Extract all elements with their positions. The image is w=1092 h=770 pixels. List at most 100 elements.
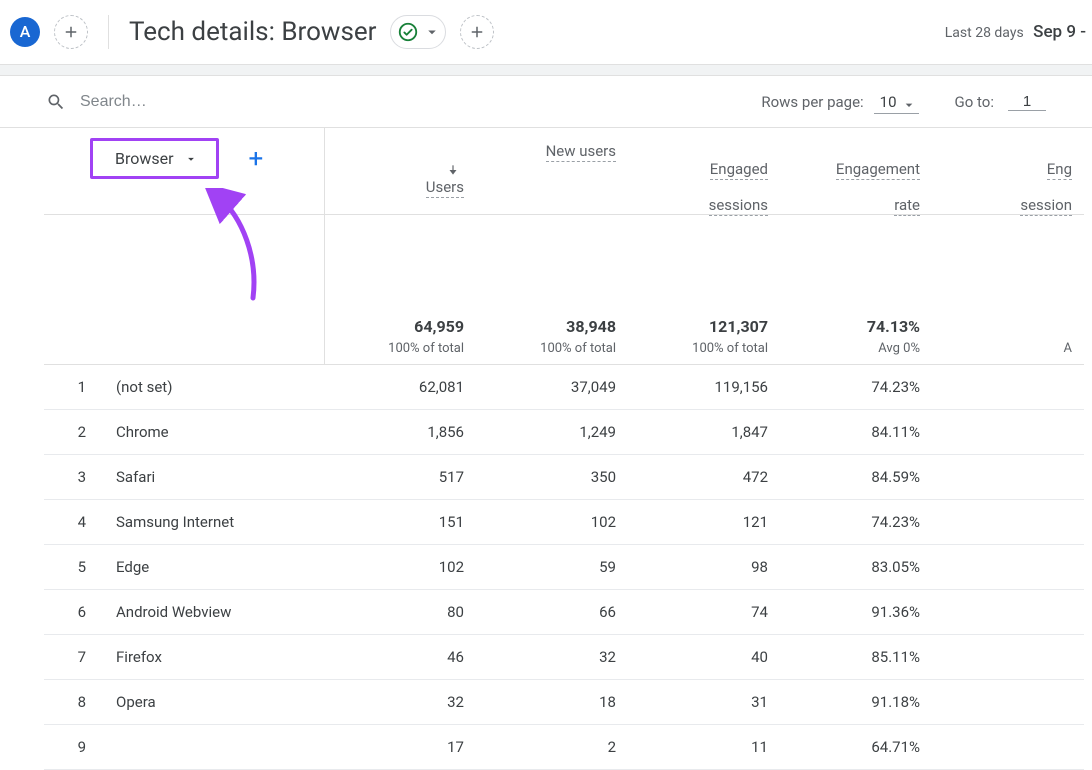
cell-engaged-sessions: 74: [628, 590, 780, 635]
cell-new-users: 18: [476, 680, 628, 725]
table-row[interactable]: 2Chrome1,8561,2491,84784.11%: [44, 410, 1084, 455]
col-header-engagement-rate[interactable]: Engagement rate: [780, 128, 932, 215]
table-row[interactable]: 3Safari51735047284.59%: [44, 455, 1084, 500]
cell-engaged-sessions: 472: [628, 455, 780, 500]
cell-new-users: 102: [476, 500, 628, 545]
cell-new-users: 1,249: [476, 410, 628, 455]
cell-users: 1,856: [324, 410, 476, 455]
cell-clipped: [932, 725, 1084, 770]
cell-new-users: 66: [476, 590, 628, 635]
col-header-new-users[interactable]: New users: [476, 128, 628, 215]
table-row[interactable]: 1(not set)62,08137,049119,15674.23%: [44, 365, 1084, 410]
col-header-users[interactable]: Users: [324, 128, 476, 215]
cell-engagement-rate: 84.11%: [780, 410, 932, 455]
row-dimension: Samsung Internet: [104, 500, 324, 545]
table-row[interactable]: 4Samsung Internet15110212174.23%: [44, 500, 1084, 545]
cell-clipped: [932, 590, 1084, 635]
total-clipped: A: [932, 215, 1084, 365]
row-dimension: Chrome: [104, 410, 324, 455]
add-button-after-title[interactable]: [460, 15, 494, 49]
header-bar: A Tech details: Browser Last 28 days Sep…: [0, 0, 1092, 64]
cell-engaged-sessions: 121: [628, 500, 780, 545]
add-dimension-button[interactable]: +: [249, 146, 264, 172]
table-toolbar: Rows per page: 10 Go to:: [0, 76, 1092, 128]
plus-icon: [468, 23, 486, 41]
cell-clipped: [932, 365, 1084, 410]
row-index: 6: [44, 590, 104, 635]
date-range-value: Sep 9 -: [1033, 22, 1086, 42]
cell-clipped: [932, 545, 1084, 590]
table-row[interactable]: 91721164.71%: [44, 725, 1084, 770]
row-index: 4: [44, 500, 104, 545]
cell-engagement-rate: 85.11%: [780, 635, 932, 680]
row-index: 2: [44, 410, 104, 455]
plus-icon: [62, 23, 80, 41]
add-button-top-left[interactable]: [54, 15, 88, 49]
cell-engaged-sessions: 1,847: [628, 410, 780, 455]
cell-users: 151: [324, 500, 476, 545]
table-row[interactable]: 5Edge102599883.05%: [44, 545, 1084, 590]
row-dimension: Android Webview: [104, 590, 324, 635]
check-circle-icon: [397, 21, 419, 43]
col-header-engaged-sessions[interactable]: Engaged sessions: [628, 128, 780, 215]
goto-input[interactable]: [1008, 93, 1046, 111]
cell-engagement-rate: 83.05%: [780, 545, 932, 590]
table-row[interactable]: 7Firefox46324085.11%: [44, 635, 1084, 680]
row-dimension: [104, 725, 324, 770]
row-index: 5: [44, 545, 104, 590]
data-table-wrapper: Browser + Users: [44, 128, 1092, 770]
cell-clipped: [932, 410, 1084, 455]
cell-engagement-rate: 91.36%: [780, 590, 932, 635]
cell-users: 102: [324, 545, 476, 590]
row-index: 1: [44, 365, 104, 410]
cell-engaged-sessions: 40: [628, 635, 780, 680]
table-row[interactable]: 6Android Webview80667491.36%: [44, 590, 1084, 635]
cell-users: 17: [324, 725, 476, 770]
dimension-selector[interactable]: Browser: [90, 138, 219, 179]
date-range[interactable]: Last 28 days Sep 9 -: [945, 22, 1086, 42]
goto-label: Go to:: [955, 93, 994, 111]
cell-users: 80: [324, 590, 476, 635]
total-new-users: 38,948 100% of total: [476, 215, 628, 365]
chevron-down-icon: [184, 152, 198, 166]
page-title: Tech details: Browser: [129, 17, 376, 47]
cell-engagement-rate: 74.23%: [780, 365, 932, 410]
rows-per-page-select[interactable]: 10: [874, 93, 919, 111]
cell-new-users: 350: [476, 455, 628, 500]
status-chip[interactable]: [390, 15, 446, 49]
cell-engagement-rate: 91.18%: [780, 680, 932, 725]
row-index: 8: [44, 680, 104, 725]
total-engaged-sessions: 121,307 100% of total: [628, 215, 780, 365]
separator-strip: [0, 64, 1092, 76]
dimension-label: Browser: [115, 149, 174, 168]
rows-per-page: Rows per page: 10: [761, 93, 918, 111]
sort-desc-icon: [446, 163, 460, 177]
vertical-divider: [108, 15, 109, 49]
row-dimension: Firefox: [104, 635, 324, 680]
total-engagement-rate: 74.13% Avg 0%: [780, 215, 932, 365]
cell-engaged-sessions: 119,156: [628, 365, 780, 410]
total-users: 64,959 100% of total: [324, 215, 476, 365]
avatar[interactable]: A: [10, 17, 40, 47]
row-dimension: Safari: [104, 455, 324, 500]
cell-new-users: 2: [476, 725, 628, 770]
search-input[interactable]: [80, 93, 260, 111]
chevron-down-icon: [423, 23, 441, 41]
search-icon: [46, 92, 66, 112]
row-index: 7: [44, 635, 104, 680]
cell-new-users: 59: [476, 545, 628, 590]
cell-users: 46: [324, 635, 476, 680]
cell-clipped: [932, 500, 1084, 545]
rows-per-page-value: 10: [874, 91, 919, 114]
cell-engaged-sessions: 31: [628, 680, 780, 725]
cell-users: 32: [324, 680, 476, 725]
table-row[interactable]: 8Opera32183191.18%: [44, 680, 1084, 725]
col-header-clipped[interactable]: Eng session: [932, 128, 1084, 215]
row-dimension: Edge: [104, 545, 324, 590]
row-index: 9: [44, 725, 104, 770]
cell-engagement-rate: 74.23%: [780, 500, 932, 545]
row-index: 3: [44, 455, 104, 500]
cell-clipped: [932, 680, 1084, 725]
search-field[interactable]: [46, 92, 260, 112]
cell-clipped: [932, 455, 1084, 500]
